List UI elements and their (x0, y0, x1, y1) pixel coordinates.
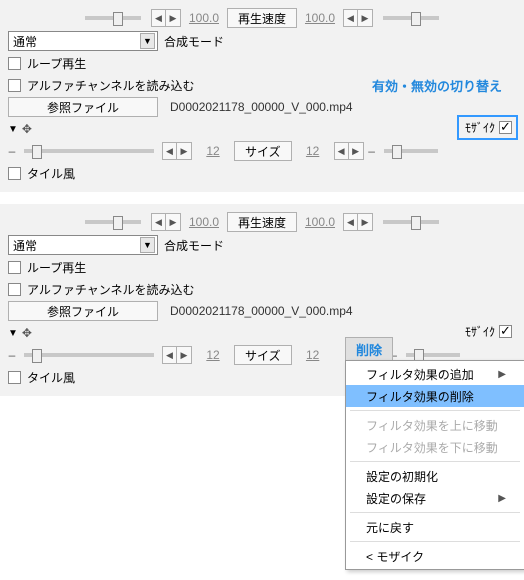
menu-undo[interactable]: 元に戻す (346, 516, 524, 538)
size-slider-left[interactable] (24, 353, 154, 357)
menu-move-down[interactable]: フィルタ効果を下に移動 (346, 436, 524, 458)
size-value-right[interactable]: 12 (296, 348, 330, 362)
speed-label-button[interactable]: 再生速度 (227, 8, 297, 28)
blend-mode-select[interactable]: 通常 ▼ (8, 235, 158, 255)
delete-annotation: 削除 (345, 337, 393, 362)
size-stepper-left[interactable]: ◀▶ (162, 346, 192, 364)
speed-slider-right[interactable] (383, 220, 439, 224)
tile-checkbox[interactable] (8, 371, 21, 384)
speed-slider-left[interactable] (85, 16, 141, 20)
collapse-toggle[interactable]: ▼ (8, 124, 18, 135)
size-stepper-left[interactable]: ◀▶ (162, 142, 192, 160)
speed-slider-right[interactable] (383, 16, 439, 20)
speed-slider-left[interactable] (85, 220, 141, 224)
size-slider-left[interactable] (24, 149, 154, 153)
menu-remove-filter[interactable]: フィルタ効果の削除 (346, 385, 524, 407)
size-slider-right[interactable] (384, 149, 438, 153)
speed-value-left[interactable]: 100.0 (187, 215, 221, 229)
menu-reset[interactable]: 設定の初期化 (346, 465, 524, 487)
speed-label-button[interactable]: 再生速度 (227, 212, 297, 232)
filename-text: D0002021178_00000_V_000.mp4 (170, 304, 353, 318)
loop-checkbox[interactable] (8, 261, 21, 274)
submenu-arrow-icon: ▶ (498, 493, 506, 504)
context-menu: フィルタ効果の追加▶ フィルタ効果の削除 フィルタ効果を上に移動 フィルタ効果を… (345, 360, 524, 570)
ref-file-button[interactable]: 参照ファイル (8, 301, 158, 321)
speed-stepper-right[interactable]: ◀▶ (343, 9, 373, 27)
size-slider-right[interactable] (406, 353, 460, 357)
tile-checkbox[interactable] (8, 167, 21, 180)
toggle-annotation: 有効・無効の切り替え (372, 76, 502, 95)
blend-mode-select[interactable]: 通常 ▼ (8, 31, 158, 51)
speed-value-right[interactable]: 100.0 (303, 215, 337, 229)
menu-save[interactable]: 設定の保存▶ (346, 487, 524, 509)
size-button[interactable]: サイズ (234, 345, 292, 365)
cursor-icon: ✥ (20, 326, 34, 340)
collapse-toggle[interactable]: ▼ (8, 328, 18, 339)
minus-icon: – (8, 144, 16, 158)
speed-value-right[interactable]: 100.0 (303, 11, 337, 25)
mosaic-label: ﾓｻﾞｲｸ (465, 119, 495, 136)
minus-icon: – (368, 144, 376, 158)
ref-file-button[interactable]: 参照ファイル (8, 97, 158, 117)
mosaic-checkbox[interactable] (499, 325, 512, 338)
mosaic-label: ﾓｻﾞｲｸ (465, 323, 495, 340)
cursor-icon: ✥ (20, 122, 34, 136)
menu-separator (350, 541, 520, 542)
alpha-checkbox[interactable] (8, 79, 21, 92)
size-stepper-right[interactable]: ◀▶ (334, 142, 364, 160)
speed-stepper-left[interactable]: ◀▶ (151, 213, 181, 231)
loop-label: ループ再生 (27, 55, 86, 72)
alpha-label: アルファチャンネルを読み込む (27, 77, 195, 94)
panel-top: ◀▶ 100.0 再生速度 100.0 ◀▶ 通常 ▼ 合成モード ループ再生 … (0, 0, 524, 192)
menu-mosaic[interactable]: < モザイク (346, 545, 524, 567)
mosaic-toggle-box[interactable]: ﾓｻﾞｲｸ (459, 321, 516, 342)
size-value-left[interactable]: 12 (196, 144, 230, 158)
size-value-left[interactable]: 12 (196, 348, 230, 362)
menu-add-filter[interactable]: フィルタ効果の追加▶ (346, 363, 524, 385)
submenu-arrow-icon: ▶ (498, 369, 506, 380)
menu-separator (350, 410, 520, 411)
speed-stepper-right[interactable]: ◀▶ (343, 213, 373, 231)
tile-label: タイル風 (27, 165, 75, 182)
blend-mode-value: 通常 (13, 33, 140, 50)
size-button[interactable]: サイズ (234, 141, 292, 161)
speed-stepper-left[interactable]: ◀▶ (151, 9, 181, 27)
alpha-checkbox[interactable] (8, 283, 21, 296)
chevron-down-icon: ▼ (140, 237, 155, 253)
filename-text: D0002021178_00000_V_000.mp4 (170, 100, 353, 114)
mosaic-checkbox[interactable] (499, 121, 512, 134)
blend-mode-label: 合成モード (164, 237, 224, 254)
mosaic-toggle-box[interactable]: ﾓｻﾞｲｸ (457, 115, 518, 140)
tile-label: タイル風 (27, 369, 75, 386)
menu-move-up[interactable]: フィルタ効果を上に移動 (346, 414, 524, 436)
size-value-right[interactable]: 12 (296, 144, 330, 158)
loop-checkbox[interactable] (8, 57, 21, 70)
loop-label: ループ再生 (27, 259, 86, 276)
minus-icon: – (8, 348, 16, 362)
menu-separator (350, 512, 520, 513)
blend-mode-label: 合成モード (164, 33, 224, 50)
blend-mode-value: 通常 (13, 237, 140, 254)
chevron-down-icon: ▼ (140, 33, 155, 49)
alpha-label: アルファチャンネルを読み込む (27, 281, 195, 298)
menu-separator (350, 461, 520, 462)
speed-value-left[interactable]: 100.0 (187, 11, 221, 25)
